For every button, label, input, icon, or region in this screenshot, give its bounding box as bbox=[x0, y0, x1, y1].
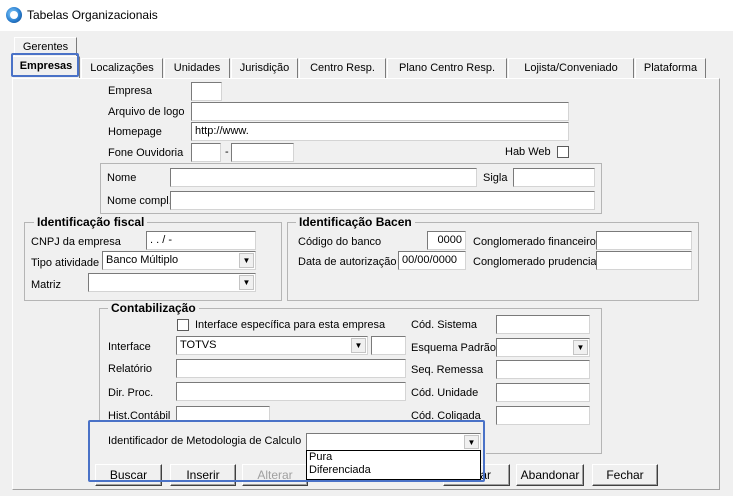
nome-field[interactable] bbox=[170, 168, 477, 187]
abandonar-button[interactable]: Abandonar bbox=[516, 464, 584, 486]
cod-sistema-field[interactable] bbox=[496, 315, 590, 334]
conglomerado-financeiro-label: Conglomerado financeiro bbox=[473, 236, 596, 248]
conglomerado-prudencial-label: Conglomerado prudencial bbox=[473, 256, 599, 268]
matriz-label: Matriz bbox=[31, 279, 61, 291]
fone-ddd-field[interactable] bbox=[191, 143, 221, 162]
cod-unidade-field[interactable] bbox=[496, 383, 590, 402]
chevron-down-icon[interactable]: ▼ bbox=[239, 253, 254, 268]
codigo-banco-field[interactable]: 0000 bbox=[427, 231, 466, 250]
seq-remessa-field[interactable] bbox=[496, 360, 590, 379]
hab-web-label: Hab Web bbox=[505, 146, 551, 158]
empresa-field[interactable] bbox=[191, 82, 222, 101]
app-globe-icon bbox=[6, 7, 22, 23]
bacen-group-title: Identificação Bacen bbox=[296, 215, 415, 229]
seq-remessa-label: Seq. Remessa bbox=[411, 364, 484, 376]
interface-extra-field[interactable] bbox=[371, 336, 406, 355]
arquivo-logo-field[interactable] bbox=[191, 102, 569, 121]
relatorio-field[interactable] bbox=[176, 359, 406, 378]
conglomerado-financeiro-field[interactable] bbox=[596, 231, 692, 250]
cod-unidade-label: Cód. Unidade bbox=[411, 387, 479, 399]
nome-compl-label: Nome compl. bbox=[107, 195, 172, 207]
interface-select[interactable]: TOTVS ▼ bbox=[176, 336, 368, 355]
title-bar: Tabelas Organizacionais bbox=[0, 0, 733, 31]
fone-separator: - bbox=[225, 146, 229, 158]
chevron-down-icon[interactable]: ▼ bbox=[573, 340, 588, 355]
fechar-button[interactable]: Fechar bbox=[592, 464, 658, 486]
tab-localizacoes[interactable]: Localizações bbox=[81, 58, 163, 78]
tab-label: Jurisdição bbox=[239, 62, 290, 74]
arquivo-logo-label: Arquivo de logo bbox=[108, 106, 185, 118]
fiscal-group-title: Identificação fiscal bbox=[34, 215, 148, 229]
tab-label: Plano Centro Resp. bbox=[399, 62, 495, 74]
tab-label: Plataforma bbox=[643, 62, 698, 74]
esquema-padrao-select[interactable]: ▼ bbox=[496, 338, 590, 357]
tab-lojista-conveniado[interactable]: Lojista/Conveniado bbox=[508, 58, 634, 78]
tipo-atividade-select[interactable]: Banco Múltiplo ▼ bbox=[102, 251, 256, 270]
fone-ouvidoria-label: Fone Ouvidoria bbox=[108, 147, 184, 159]
empresas-tab-highlight bbox=[11, 53, 79, 77]
codigo-banco-label: Código do banco bbox=[298, 236, 382, 248]
tipo-atividade-label: Tipo atividade bbox=[31, 257, 100, 269]
relatorio-label: Relatório bbox=[108, 363, 153, 375]
tab-centro-resp[interactable]: Centro Resp. bbox=[299, 58, 386, 78]
tab-plataforma[interactable]: Plataforma bbox=[635, 58, 706, 78]
dir-proc-field[interactable] bbox=[176, 382, 406, 401]
chevron-down-icon[interactable]: ▼ bbox=[351, 338, 366, 353]
homepage-label: Homepage bbox=[108, 126, 162, 138]
cod-coligada-field[interactable] bbox=[496, 406, 590, 425]
data-autorizacao-label: Data de autorização bbox=[298, 256, 397, 268]
tipo-atividade-value: Banco Múltiplo bbox=[106, 254, 179, 266]
sigla-field[interactable] bbox=[513, 168, 595, 187]
chevron-down-icon[interactable]: ▼ bbox=[239, 275, 254, 290]
data-autorizacao-field[interactable]: 00/00/0000 bbox=[398, 251, 466, 270]
fone-number-field[interactable] bbox=[231, 143, 294, 162]
nome-compl-field[interactable] bbox=[170, 191, 595, 210]
dir-proc-label: Dir. Proc. bbox=[108, 387, 154, 399]
metodologia-highlight bbox=[88, 420, 485, 482]
conglomerado-prudencial-field[interactable] bbox=[596, 251, 692, 270]
empresa-label: Empresa bbox=[108, 85, 153, 97]
contabilizacao-group-title: Contabilização bbox=[108, 301, 199, 315]
tab-label: Gerentes bbox=[22, 41, 69, 53]
cnpj-field[interactable]: . . / - bbox=[146, 231, 256, 250]
interface-value: TOTVS bbox=[180, 339, 217, 351]
tab-unidades[interactable]: Unidades bbox=[164, 58, 230, 78]
interface-especifica-checkbox[interactable] bbox=[177, 319, 189, 331]
tab-label: Lojista/Conveniado bbox=[524, 62, 618, 74]
homepage-field[interactable]: http://www. bbox=[191, 122, 569, 141]
matriz-select[interactable]: ▼ bbox=[88, 273, 256, 292]
tab-jurisdicao[interactable]: Jurisdição bbox=[231, 58, 298, 78]
tab-label: Centro Resp. bbox=[310, 62, 375, 74]
tab-plano-centro-resp[interactable]: Plano Centro Resp. bbox=[387, 58, 507, 78]
sigla-label: Sigla bbox=[483, 172, 508, 184]
cod-sistema-label: Cód. Sistema bbox=[411, 319, 478, 331]
hab-web-checkbox[interactable] bbox=[557, 146, 569, 158]
tab-label: Localizações bbox=[90, 62, 154, 74]
esquema-padrao-label: Esquema Padrão bbox=[411, 342, 496, 354]
interface-especifica-label: Interface específica para esta empresa bbox=[195, 319, 386, 331]
nome-label: Nome bbox=[107, 172, 137, 184]
tab-label: Unidades bbox=[173, 62, 221, 74]
cnpj-label: CNPJ da empresa bbox=[31, 236, 121, 248]
window-title: Tabelas Organizacionais bbox=[27, 8, 158, 22]
interface-label: Interface bbox=[108, 341, 151, 353]
